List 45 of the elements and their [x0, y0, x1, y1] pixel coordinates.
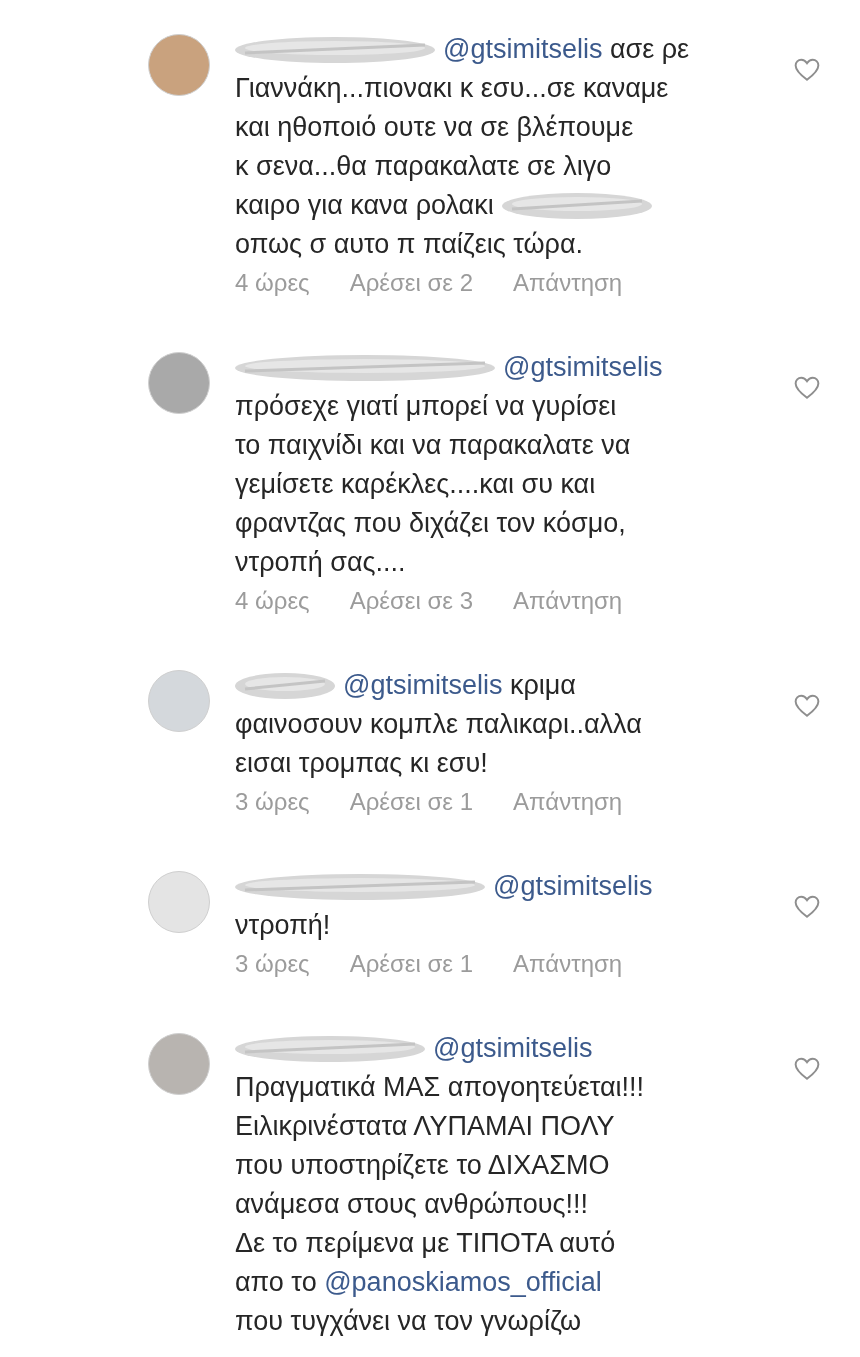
mention-link[interactable]: @panoskiamos_official: [324, 1267, 602, 1297]
comment-text: Γιαννάκη...πιονακι κ εσυ...σε καναμε: [235, 72, 669, 105]
comment-text: και ηθοποιό ουτε να σε βλέπουμε: [235, 111, 634, 144]
comment-text: οπως σ αυτο π παίζεις τώρα.: [235, 228, 584, 261]
comment-time: 4 ώρες: [235, 586, 310, 616]
comment-text: Πραγματικά ΜΑΣ απογοητεύεται!!!: [235, 1071, 645, 1104]
comment-text: εισαι τρομπας κι εσυ!: [235, 747, 488, 780]
comment-text: καιρο για κανα ρολακι: [235, 189, 494, 222]
comment-time: 3 ώρες: [235, 787, 310, 817]
reply-button[interactable]: Απάντηση: [513, 268, 623, 298]
comment-text: Δε το περίμενα με ΤΙΠΟΤΑ αυτό: [235, 1227, 616, 1260]
comment-text: κ σενα...θα παρακαλατε σε λιγο: [235, 150, 612, 183]
comment-text: πρόσεχε γιατί μπορεί να γυρίσει: [235, 390, 617, 423]
heart-icon[interactable]: [794, 58, 820, 82]
comment-text: γεμίσετε καρέκλες....και συ και: [235, 468, 596, 501]
comment-text: @gtsimitselis ασε ρε: [443, 33, 690, 66]
comment-time: 4 ώρες: [235, 268, 310, 298]
comment-text: ντροπή!: [235, 909, 331, 942]
heart-icon[interactable]: [794, 376, 820, 400]
mention-link[interactable]: @gtsimitselis: [343, 670, 503, 700]
heart-icon[interactable]: [794, 694, 820, 718]
reply-button[interactable]: Απάντηση: [513, 586, 623, 616]
comment-text: απο το @panoskiamos_official: [235, 1266, 602, 1299]
comment-time: 3 ώρες: [235, 949, 310, 979]
comment-text: ντροπή σας....: [235, 546, 406, 579]
heart-icon[interactable]: [794, 1057, 820, 1081]
likes-count[interactable]: Αρέσει σε 3: [349, 586, 474, 616]
comment-text: φαινοσουν κομπλε παλικαρι..αλλα: [235, 708, 642, 741]
mention-link[interactable]: @gtsimitselis: [433, 1033, 593, 1063]
likes-count[interactable]: Αρέσει σε 1: [349, 949, 474, 979]
mention-link[interactable]: @gtsimitselis: [443, 34, 603, 64]
likes-count[interactable]: Αρέσει σε 2: [349, 268, 474, 298]
comment-text: ανάμεσα στους ανθρώπους!!!: [235, 1188, 589, 1221]
comment-text: Ειλικρινέστατα ΛΥΠΑΜΑΙ ΠΟΛΥ: [235, 1110, 615, 1143]
comment-text: το παιχνίδι και να παρακαλατε να: [235, 429, 631, 462]
reply-button[interactable]: Απάντηση: [513, 787, 623, 817]
comment-text: φραντζας που διχάζει τον κόσμο,: [235, 507, 626, 540]
mention-link[interactable]: @gtsimitselis: [503, 352, 663, 382]
mention-link[interactable]: @gtsimitselis: [493, 871, 653, 901]
likes-count[interactable]: Αρέσει σε 1: [349, 787, 474, 817]
comment-text: @gtsimitselis κριμα: [343, 669, 576, 702]
comment-text: που υποστηρίζετε το ΔΙΧΑΣΜΟ: [235, 1149, 610, 1182]
reply-button[interactable]: Απάντηση: [513, 949, 623, 979]
heart-icon[interactable]: [794, 895, 820, 919]
comment-text: που τυγχάνει να τον γνωρίζω: [235, 1305, 582, 1338]
